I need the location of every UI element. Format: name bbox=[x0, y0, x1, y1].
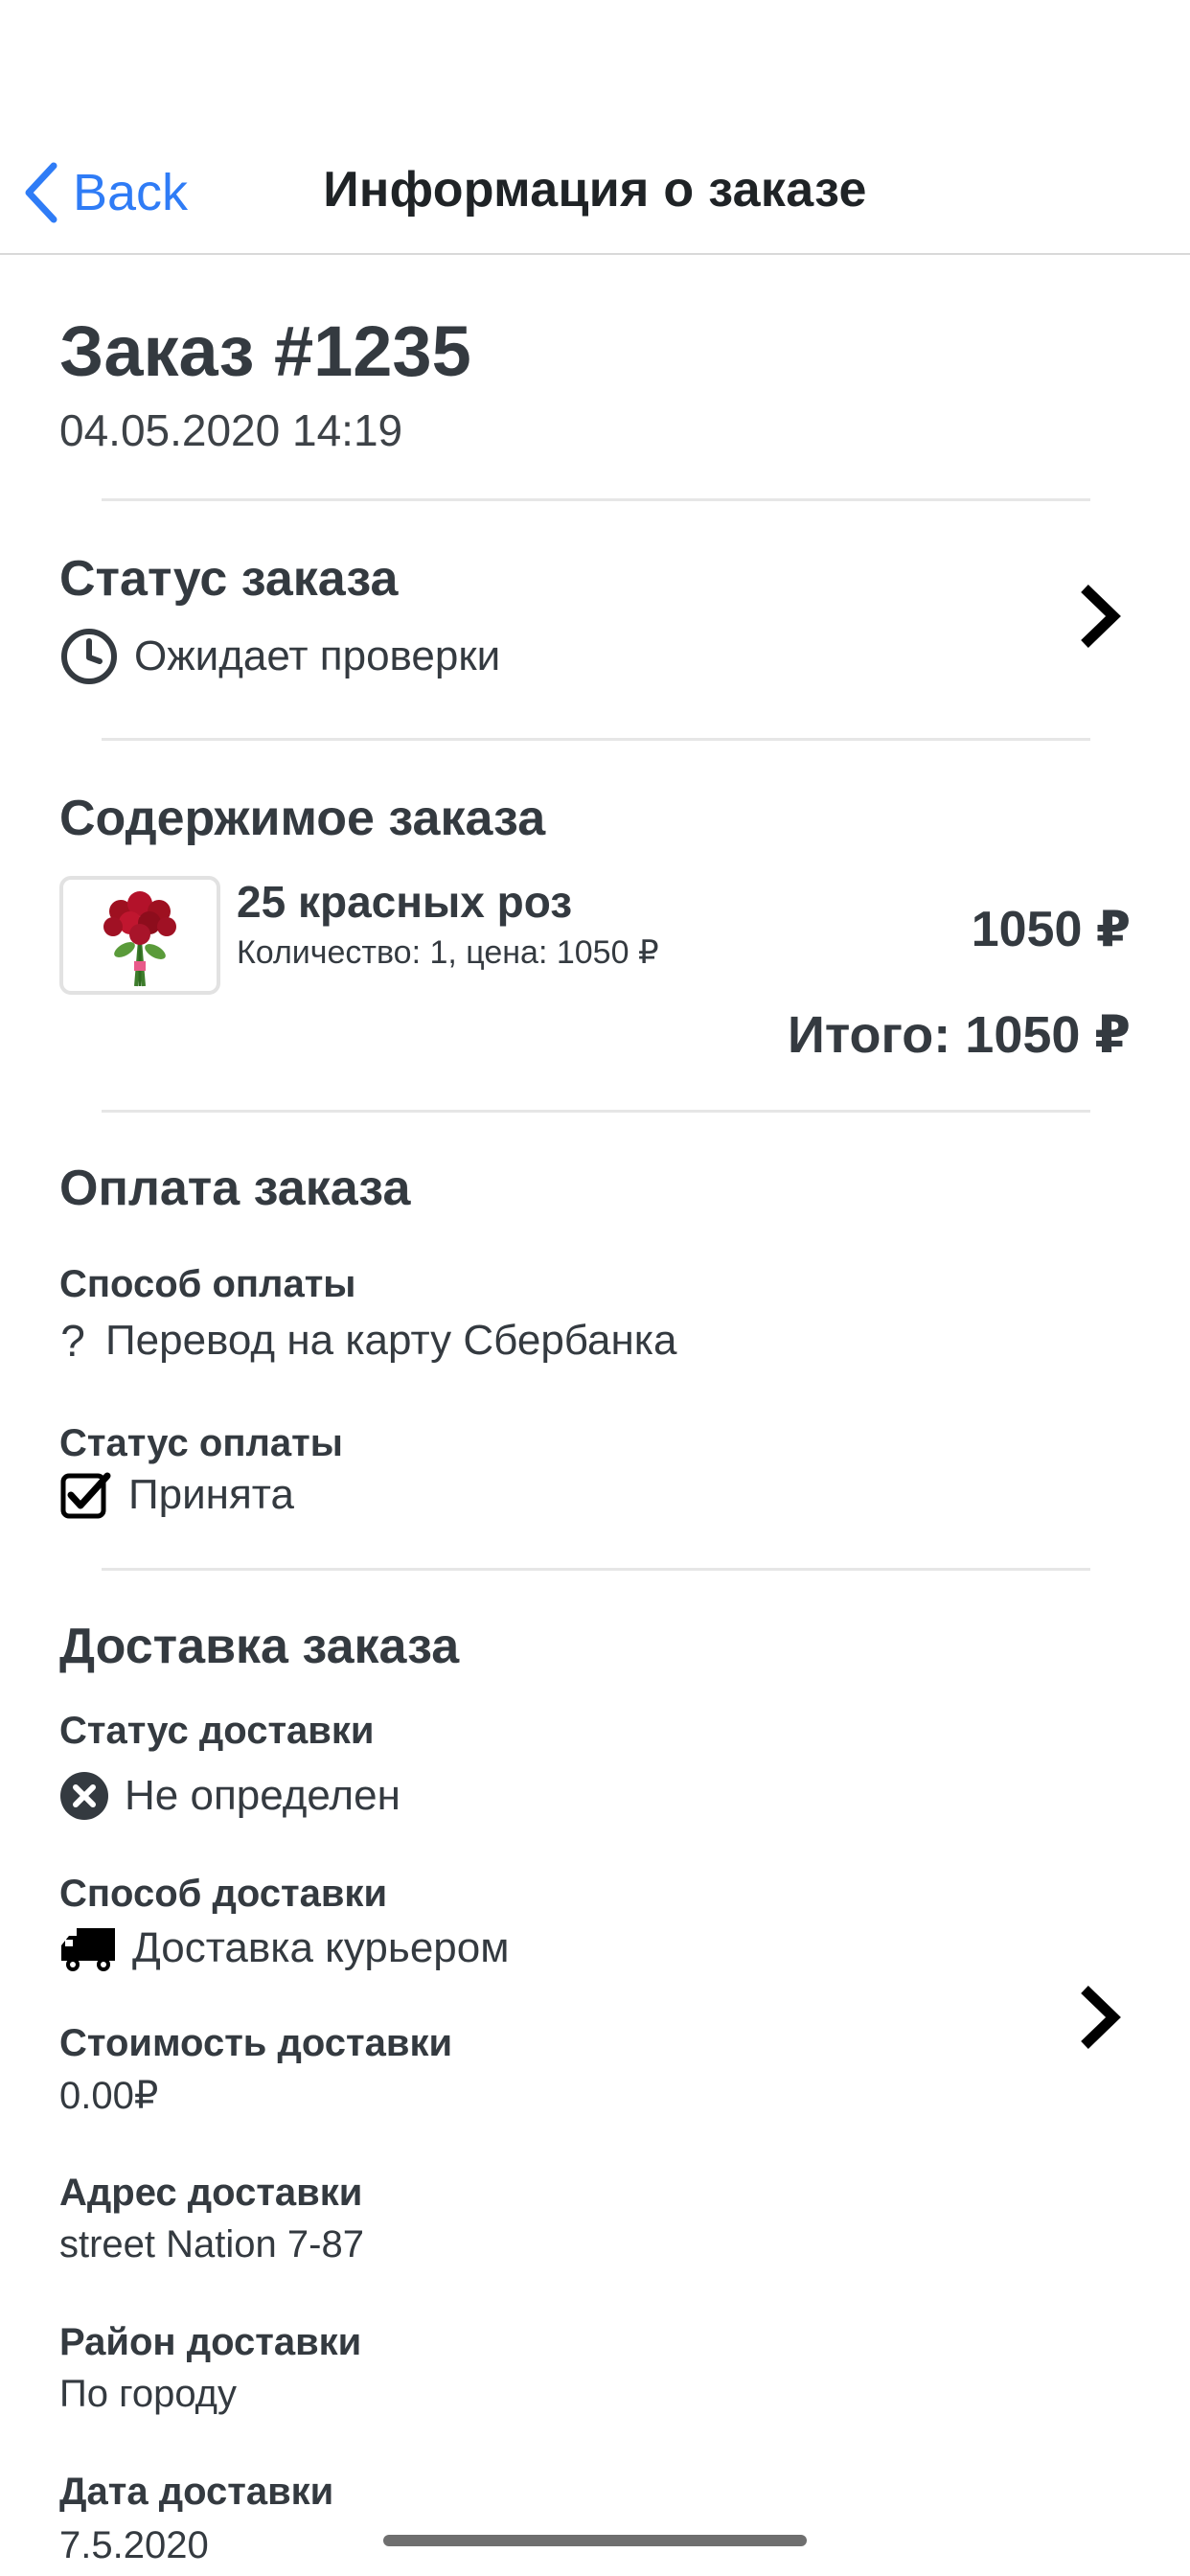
delivery-date-value: 7.5.2020 bbox=[59, 2524, 209, 2566]
product-quantity-price: Количество: 1, цена: 1050 ₽ bbox=[237, 934, 659, 971]
product-thumbnail bbox=[59, 876, 220, 995]
checkbox-checked-icon bbox=[59, 1470, 113, 1520]
rose-bouquet-image bbox=[103, 891, 176, 987]
question-icon: ? bbox=[60, 1316, 85, 1366]
chevron-right-icon[interactable] bbox=[1075, 583, 1123, 650]
payment-status-value: Принята bbox=[128, 1471, 294, 1518]
delivery-status-value: Не определен bbox=[125, 1772, 400, 1819]
delivery-status-row: Не определен bbox=[59, 1771, 400, 1821]
delivery-cost-value: 0.00₽ bbox=[59, 2075, 159, 2117]
x-circle-icon bbox=[59, 1771, 109, 1821]
delivery-date-label: Дата доставки bbox=[59, 2471, 334, 2513]
delivery-district-value: По городу bbox=[59, 2373, 238, 2415]
order-total: Итого: 1050 ₽ bbox=[788, 1006, 1131, 1064]
payment-method-label: Способ оплаты bbox=[59, 1263, 356, 1305]
divider bbox=[102, 738, 1090, 741]
payment-status-row: Принята bbox=[59, 1470, 294, 1520]
delivery-cost-label: Стоимость доставки bbox=[59, 2022, 453, 2064]
product-name: 25 красных роз bbox=[237, 877, 573, 927]
divider bbox=[102, 498, 1090, 501]
order-status-title: Статус заказа bbox=[59, 551, 399, 607]
order-number: Заказ #1235 bbox=[59, 311, 471, 391]
delivery-method-value: Доставка курьером bbox=[132, 1924, 510, 1971]
delivery-status-label: Статус доставки bbox=[59, 1710, 375, 1752]
delivery-district-label: Район доставки bbox=[59, 2321, 362, 2363]
home-indicator bbox=[383, 2535, 807, 2546]
payment-status-label: Статус оплаты bbox=[59, 1422, 343, 1464]
navigation-bar: Back Информация о заказе bbox=[0, 134, 1190, 255]
order-datetime: 04.05.2020 14:19 bbox=[59, 405, 403, 455]
delivery-address-value: street Nation 7-87 bbox=[59, 2223, 364, 2266]
chevron-right-icon[interactable] bbox=[1075, 1984, 1123, 2051]
delivery-method-label: Способ доставки bbox=[59, 1873, 388, 1915]
payment-method-value: Перевод на карту Сбербанка bbox=[105, 1317, 677, 1364]
product-price: 1050 ₽ bbox=[971, 902, 1131, 957]
divider bbox=[102, 1110, 1090, 1113]
delivery-method-row: Доставка курьером bbox=[59, 1924, 510, 1972]
truck-icon bbox=[59, 1924, 117, 1972]
order-status-value: Ожидает проверки bbox=[134, 632, 501, 679]
clock-icon bbox=[59, 627, 119, 686]
payment-title: Оплата заказа bbox=[59, 1161, 411, 1216]
delivery-address-label: Адрес доставки bbox=[59, 2172, 363, 2214]
order-info-screen: Back Информация о заказе Заказ #1235 04.… bbox=[0, 0, 1190, 2576]
order-status-row: Ожидает проверки bbox=[59, 627, 500, 686]
divider bbox=[102, 1568, 1090, 1571]
delivery-title: Доставка заказа bbox=[59, 1619, 460, 1674]
page-title: Информация о заказе bbox=[323, 162, 867, 218]
order-contents-title: Содержимое заказа bbox=[59, 791, 546, 846]
payment-method-row: ? Перевод на карту Сбербанка bbox=[59, 1315, 676, 1367]
